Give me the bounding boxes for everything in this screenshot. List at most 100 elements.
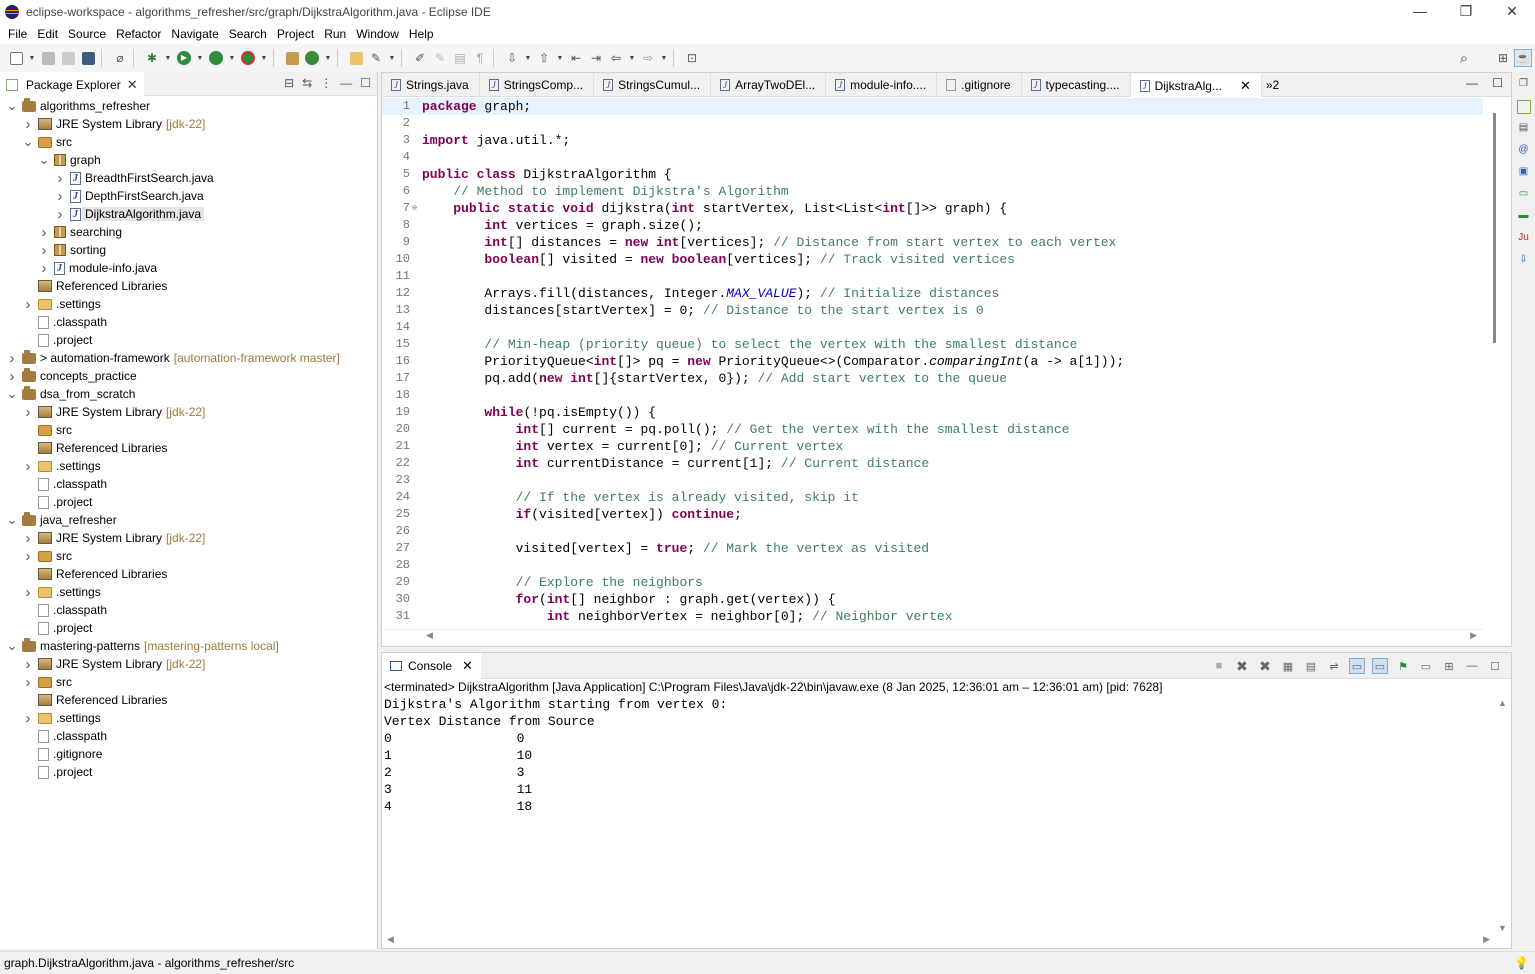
package-explorer-tab[interactable]: Package Explorer ✕ bbox=[0, 71, 144, 96]
code-line[interactable]: 2 bbox=[382, 115, 1484, 132]
link-with-editor-icon[interactable]: ⇆ bbox=[302, 76, 312, 90]
save-all-icon[interactable] bbox=[59, 49, 77, 67]
tree-item[interactable]: › JRE System Library [jdk-22] bbox=[0, 529, 377, 547]
expanded-chevron-icon[interactable]: ⌄ bbox=[6, 513, 18, 526]
collapsed-chevron-icon[interactable]: › bbox=[38, 260, 50, 277]
code-line[interactable]: 24 // If the vertex is already visited, … bbox=[382, 489, 1484, 506]
scroll-left-icon[interactable]: ◀ bbox=[426, 630, 433, 641]
remove-all-terminated-icon[interactable]: ✖ bbox=[1257, 658, 1273, 674]
junit-icon[interactable]: Ju bbox=[1517, 232, 1531, 246]
collapsed-chevron-icon[interactable]: › bbox=[22, 530, 34, 547]
task-list-icon[interactable]: ▤ bbox=[1517, 122, 1531, 136]
word-wrap-icon[interactable]: ⇌ bbox=[1326, 658, 1342, 674]
pin-editor-icon[interactable]: ⊡ bbox=[683, 49, 701, 67]
collapsed-chevron-icon[interactable]: › bbox=[6, 368, 18, 385]
console-vertical-scrollbar[interactable]: ▲ ▼ bbox=[1495, 698, 1511, 933]
external-tools-dropdown-icon[interactable]: ▼ bbox=[259, 49, 269, 67]
collapsed-chevron-icon[interactable]: › bbox=[22, 116, 34, 133]
debug-icon[interactable]: ✱ bbox=[143, 49, 161, 67]
collapsed-chevron-icon[interactable]: › bbox=[6, 350, 18, 367]
tree-item[interactable]: src bbox=[0, 421, 377, 439]
code-line[interactable]: 13 distances[startVertex] = 0; // Distan… bbox=[382, 302, 1484, 319]
tree-item[interactable]: .project bbox=[0, 619, 377, 637]
search-dropdown-icon[interactable]: ▼ bbox=[387, 49, 397, 67]
tree-item[interactable]: Referenced Libraries bbox=[0, 565, 377, 583]
next-annotation-dropdown-icon[interactable]: ▼ bbox=[523, 49, 533, 67]
new-class-dropdown-icon[interactable]: ▼ bbox=[323, 49, 333, 67]
maximize-view-icon[interactable]: ☐ bbox=[360, 76, 371, 90]
download-icon[interactable]: ⇩ bbox=[1517, 254, 1531, 268]
menu-source[interactable]: Source bbox=[63, 27, 111, 41]
run-dropdown-icon[interactable]: ▼ bbox=[195, 49, 205, 67]
code-line[interactable]: 14 bbox=[382, 319, 1484, 336]
last-edit-location-icon[interactable]: ⇤ bbox=[567, 49, 585, 67]
scroll-left-icon[interactable]: ◀ bbox=[387, 934, 394, 945]
editor-tab[interactable]: Jtypecasting.... bbox=[1022, 72, 1131, 97]
toggle-block-selection-icon[interactable]: ✎ bbox=[431, 49, 449, 67]
editor-vertical-scrollbar[interactable] bbox=[1483, 98, 1511, 626]
expanded-chevron-icon[interactable]: ⌄ bbox=[22, 135, 34, 148]
tree-item[interactable]: › J DepthFirstSearch.java bbox=[0, 187, 377, 205]
forward-dropdown-icon[interactable]: ▼ bbox=[659, 49, 669, 67]
code-line[interactable]: 4 bbox=[382, 149, 1484, 166]
debug-dropdown-icon[interactable]: ▼ bbox=[163, 49, 173, 67]
minimize-editor-icon[interactable]: — bbox=[1466, 76, 1478, 90]
console-horizontal-scrollbar[interactable]: ◀ ▶ bbox=[382, 932, 1496, 948]
code-line[interactable]: 15 // Min-heap (priority queue) to selec… bbox=[382, 336, 1484, 353]
tree-item[interactable]: .classpath bbox=[0, 727, 377, 745]
tree-item[interactable]: › Jmodule-info.java bbox=[0, 259, 377, 277]
collapsed-chevron-icon[interactable]: › bbox=[38, 242, 50, 259]
tree-item[interactable]: › > automation-framework [automation-frame… bbox=[0, 349, 377, 367]
view-menu-icon[interactable]: ⋮ bbox=[320, 76, 332, 90]
tree-item[interactable]: › sorting bbox=[0, 241, 377, 259]
collapsed-chevron-icon[interactable]: › bbox=[22, 548, 34, 565]
tree-item[interactable]: ⌄ algorithms_refresher bbox=[0, 97, 377, 115]
code-editor[interactable]: 1 package graph; 2 3 import java.util.*; 4 5 pu… bbox=[382, 98, 1484, 628]
forward-edit-icon[interactable]: ⇥ bbox=[587, 49, 605, 67]
code-line[interactable]: 8 int vertices = graph.size(); bbox=[382, 217, 1484, 234]
search-icon[interactable]: ⌕ bbox=[1455, 49, 1473, 67]
code-line[interactable]: 16 PriorityQueue<int[]> pq = new Priorit… bbox=[382, 353, 1484, 370]
tree-item[interactable]: ⌄ mastering-patterns [mastering-patterns l… bbox=[0, 637, 377, 655]
search-tool-icon[interactable]: ✎ bbox=[367, 49, 385, 67]
expanded-chevron-icon[interactable]: ⌄ bbox=[6, 639, 18, 652]
show-on-stdout-icon[interactable]: ▭ bbox=[1349, 658, 1365, 674]
clear-console-icon[interactable]: ▦ bbox=[1280, 658, 1296, 674]
back-arrow-icon[interactable]: ⇦ bbox=[607, 49, 625, 67]
tree-item[interactable]: ⌄ dsa_from_scratch bbox=[0, 385, 377, 403]
code-line[interactable]: 23 bbox=[382, 472, 1484, 489]
scroll-down-icon[interactable]: ▼ bbox=[1498, 923, 1507, 933]
back-dropdown-icon[interactable]: ▼ bbox=[627, 49, 637, 67]
toggle-mark-occurrences-icon[interactable]: ✐ bbox=[411, 49, 429, 67]
pin-console-icon[interactable]: ⚑ bbox=[1395, 658, 1411, 674]
new-java-package-icon[interactable] bbox=[283, 49, 301, 67]
collapsed-chevron-icon[interactable]: › bbox=[22, 674, 34, 691]
tree-item[interactable]: › src bbox=[0, 547, 377, 565]
collapsed-chevron-icon[interactable]: › bbox=[22, 296, 34, 313]
tree-item[interactable]: Referenced Libraries bbox=[0, 439, 377, 457]
console-output[interactable]: Dijkstra's Algorithm starting from verte… bbox=[382, 696, 1511, 815]
code-line[interactable]: 28 bbox=[382, 557, 1484, 574]
tree-item[interactable]: .gitignore bbox=[0, 745, 377, 763]
menu-file[interactable]: File bbox=[3, 27, 32, 41]
console-tab[interactable]: Console ✕ bbox=[382, 652, 481, 679]
new-java-class-icon[interactable] bbox=[303, 49, 321, 67]
scroll-right-icon[interactable]: ▶ bbox=[1470, 630, 1477, 641]
expanded-chevron-icon[interactable]: ⌄ bbox=[6, 99, 18, 112]
code-line[interactable]: 22 int currentDistance = current[1]; // … bbox=[382, 455, 1484, 472]
close-console-icon[interactable]: ✕ bbox=[462, 658, 473, 674]
editor-tab[interactable]: J StringsComp... bbox=[480, 72, 595, 97]
code-line[interactable]: 19 while(!pq.isEmpty()) { bbox=[382, 404, 1484, 421]
collapsed-chevron-icon[interactable]: › bbox=[22, 656, 34, 673]
tree-item[interactable]: .project bbox=[0, 493, 377, 511]
code-line[interactable]: 30 for(int[] neighbor : graph.get(vertex… bbox=[382, 591, 1484, 608]
menu-edit[interactable]: Edit bbox=[32, 27, 63, 41]
tree-item[interactable]: › .settings bbox=[0, 457, 377, 475]
editor-tab[interactable]: J DijkstraAlg... ✕ bbox=[1130, 72, 1262, 97]
maximize-editor-icon[interactable]: ☐ bbox=[1492, 76, 1503, 90]
menu-window[interactable]: Window bbox=[351, 27, 404, 41]
code-line[interactable]: 11 bbox=[382, 268, 1484, 285]
tree-item[interactable]: › .settings bbox=[0, 583, 377, 601]
code-line[interactable]: 17 pq.add(new int[]{startVertex, 0}); //… bbox=[382, 370, 1484, 387]
code-line[interactable]: 21 int vertex = current[0]; // Current v… bbox=[382, 438, 1484, 455]
